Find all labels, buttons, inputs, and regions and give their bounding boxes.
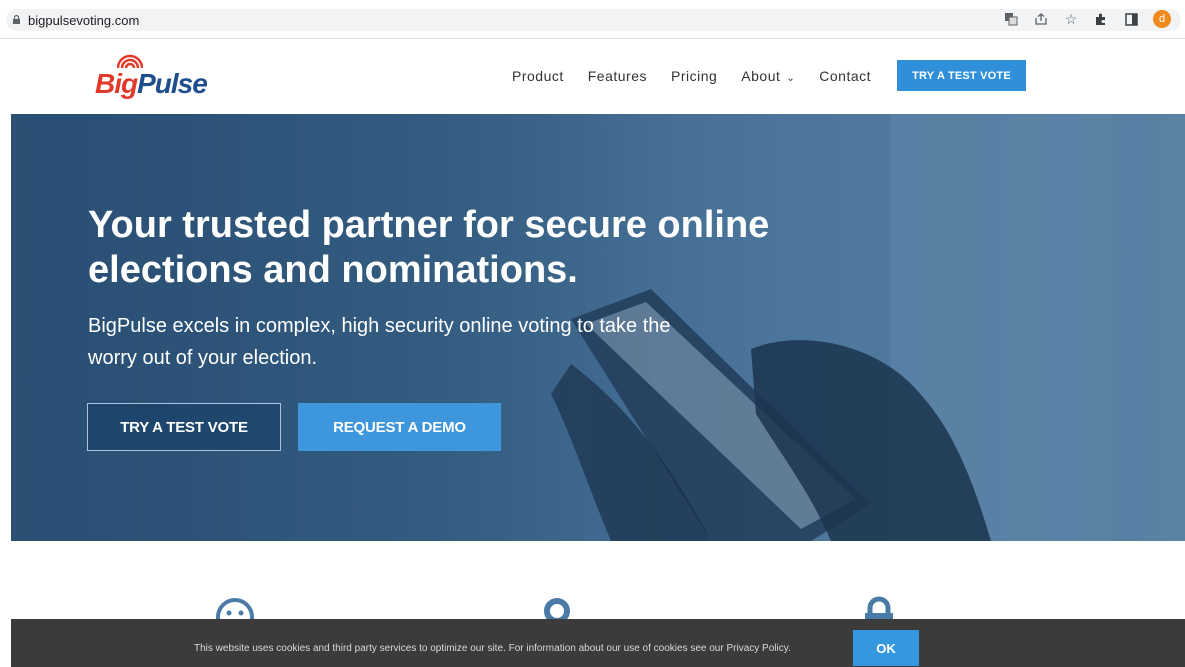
hero-banner: Your trusted partner for secure online e… [11, 114, 1185, 541]
share-icon[interactable] [1033, 11, 1049, 27]
nav-contact[interactable]: Contact [819, 68, 871, 84]
star-icon[interactable]: ☆ [1063, 11, 1079, 27]
extensions-icon[interactable] [1093, 11, 1109, 27]
cookie-banner: This website uses cookies and third part… [11, 619, 1185, 667]
bigpulse-logo[interactable]: BigPulse [95, 52, 215, 102]
nav-features[interactable]: Features [588, 68, 647, 84]
lock-icon [865, 596, 893, 619]
logo-big-text: Big [95, 68, 138, 99]
cookie-ok-button[interactable]: OK [853, 630, 919, 666]
hero-title: Your trusted partner for secure online e… [88, 204, 770, 291]
chevron-down-icon: ⌄ [786, 73, 796, 84]
header-try-test-vote-button[interactable]: TRY A TEST VOTE [897, 60, 1026, 91]
main-nav: Product Features Pricing About ⌄ Contact [512, 68, 895, 84]
sidepanel-icon[interactable] [1123, 11, 1139, 27]
nav-about-label: About [741, 68, 781, 84]
logo-pulse-text: Pulse [137, 68, 208, 99]
cookie-text: This website uses cookies and third part… [194, 643, 791, 654]
nav-product[interactable]: Product [512, 68, 564, 84]
nav-about[interactable]: About ⌄ [741, 68, 795, 84]
lock-icon [13, 15, 20, 24]
request-demo-button[interactable]: REQUEST A DEMO [298, 403, 501, 451]
gear-icon [544, 598, 570, 619]
nav-pricing[interactable]: Pricing [671, 68, 717, 84]
translate-icon[interactable] [1003, 11, 1019, 27]
try-test-vote-button[interactable]: TRY A TEST VOTE [87, 403, 281, 451]
profile-avatar[interactable]: d [1153, 10, 1171, 28]
browser-toolbar: bigpulsevoting.com ☆ d [0, 0, 1185, 39]
hero-subtitle: BigPulse excels in complex, high securit… [88, 315, 671, 369]
smiley-icon [216, 598, 254, 619]
url-text[interactable]: bigpulsevoting.com [28, 13, 139, 28]
